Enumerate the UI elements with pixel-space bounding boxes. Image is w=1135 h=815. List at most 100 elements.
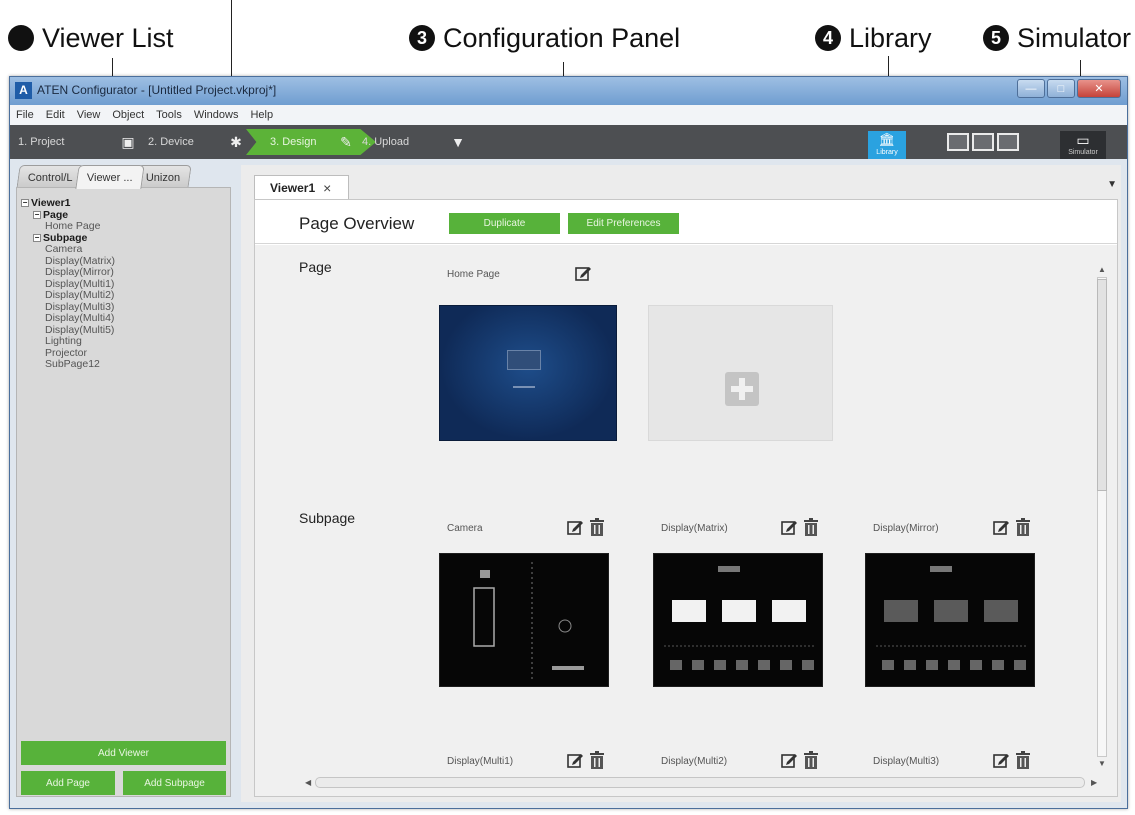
tab-list-dropdown-icon[interactable]: ▼ [1107,179,1117,190]
overview-title: Page Overview [299,214,415,233]
step-upload[interactable]: 4. Upload [362,125,409,159]
edit-icon[interactable] [781,519,799,535]
library-label: Library [876,149,898,156]
add-page-tile[interactable] [648,305,833,441]
save-icon[interactable]: ▣ [120,134,136,150]
edit-icon[interactable] [567,752,585,768]
subpage-thumbnail[interactable] [865,553,1035,687]
tree-item-label: SubPage12 [45,358,100,370]
callout-library: 4 Library [815,18,932,58]
edit-icon[interactable] [993,519,1011,535]
edit-icon[interactable] [575,265,593,281]
step-device[interactable]: 2. Device [148,125,194,159]
menu-help[interactable]: Help [250,109,273,121]
doc-tab-viewer1[interactable]: Viewer1 × [254,175,349,199]
maximize-icon[interactable]: □ [1047,79,1075,98]
layout-bottom-icon[interactable] [972,133,994,151]
menu-file[interactable]: File [16,109,34,121]
subpage-name: Camera [447,523,483,534]
trash-icon[interactable] [803,751,819,769]
tree-item-label: Lighting [45,335,82,347]
collapse-icon[interactable]: − [33,210,41,219]
subpage-thumbnail[interactable] [439,553,609,687]
step-design[interactable]: 3. Design [270,125,316,159]
horizontal-scrollbar[interactable] [315,777,1085,788]
home-page-thumbnail[interactable] [439,305,617,441]
layout-left-icon[interactable] [947,133,969,151]
vertical-scrollbar[interactable]: ▲ ▼ [1095,265,1107,770]
scroll-up-icon[interactable]: ▲ [1098,265,1106,274]
tree-item-label: Display(Multi5) [45,323,115,336]
menu-windows[interactable]: Windows [194,109,239,121]
minimize-icon[interactable]: — [1017,79,1045,98]
callout-config-panel: 3 Configuration Panel [409,18,680,58]
subpage-thumbnail[interactable] [653,553,823,687]
add-page-button[interactable]: Add Page [21,771,115,795]
app-window: A ATEN Configurator - [Untitled Project.… [9,76,1128,809]
close-tab-icon[interactable]: × [323,180,331,196]
tree-item-label: Viewer1 [31,197,71,209]
configuration-panel: Viewer1 × ▼ Page Overview Duplicate Edit… [241,165,1121,802]
upload-icon[interactable]: ▼ [450,134,466,150]
collapse-icon[interactable]: − [21,199,29,208]
close-icon[interactable]: ✕ [1077,79,1121,98]
callout-simulator: 5 Simulator [983,18,1131,58]
tree-item[interactable]: SubPage12 [17,358,115,371]
collapse-icon[interactable]: − [33,233,41,242]
subpage-name: Display(Matrix) [661,523,728,534]
scroll-right-icon[interactable]: ▶ [1091,778,1097,787]
scroll-thumb[interactable] [1097,279,1107,491]
layout-switcher [947,133,1019,151]
tree-item-label: Display(Multi3) [45,300,115,313]
edit-icon[interactable] [567,519,585,535]
tools-icon[interactable]: ✱ [228,134,244,150]
callout-number: 4 [815,25,841,51]
simulator-button[interactable]: ▭ Simulator [1060,131,1106,159]
tree-item-label: Display(Matrix) [45,254,116,267]
tab-viewer[interactable]: Viewer ... [74,165,144,189]
trash-icon[interactable] [803,518,819,536]
workflow-step-bar: 1. Project ▣ 2. Device ✱ 3. Design ✎ 4. … [10,125,1127,159]
menu-edit[interactable]: Edit [46,109,65,121]
step-project[interactable]: 1. Project [18,125,64,159]
overview-header: Page Overview Duplicate Edit Preferences [255,200,1117,244]
callout-label: Library [849,22,932,53]
subpage-name: Display(Multi3) [873,756,940,767]
menu-view[interactable]: View [77,109,101,121]
callout-number: 5 [983,25,1009,51]
trash-icon[interactable] [1015,518,1031,536]
scroll-left-icon[interactable]: ◀ [305,778,311,787]
page-name: Home Page [447,269,500,280]
trash-icon[interactable] [589,751,605,769]
edit-preferences-button[interactable]: Edit Preferences [568,213,679,234]
pen-icon[interactable]: ✎ [338,134,354,150]
tree-item-label: Display(Multi4) [45,312,115,324]
trash-icon[interactable] [589,518,605,536]
menu-tools[interactable]: Tools [156,109,182,121]
title-bar: A ATEN Configurator - [Untitled Project.… [10,77,1127,105]
tree-item-label: Page [43,208,69,221]
trash-icon[interactable] [1015,751,1031,769]
add-viewer-button[interactable]: Add Viewer [21,741,226,765]
edit-icon[interactable] [781,752,799,768]
add-subpage-button[interactable]: Add Subpage [123,771,226,795]
tree-item-label: Subpage [43,231,88,244]
scroll-down-icon[interactable]: ▼ [1098,759,1106,768]
subpage-name: Display(Multi2) [661,756,728,767]
edit-icon[interactable] [993,752,1011,768]
tab-label: Viewer ... [86,172,133,184]
tree-item-label: Display(Multi1) [45,277,115,290]
duplicate-button[interactable]: Duplicate [449,213,560,234]
layout-right-icon[interactable] [997,133,1019,151]
tree-item-label: Display(Multi2) [45,289,115,301]
subpage-section-label: Subpage [299,510,356,526]
callout-number [8,25,34,51]
thumbnail-content [513,386,535,388]
library-button[interactable]: 🏛 Library [868,131,906,159]
menu-object[interactable]: Object [112,109,144,121]
simulator-label: Simulator [1068,149,1098,156]
tab-control[interactable]: Control/L [16,165,85,189]
tree-item-label: Camera [45,243,83,255]
simulator-icon: ▭ [1076,132,1090,148]
subpage-name: Display(Multi1) [447,756,514,767]
